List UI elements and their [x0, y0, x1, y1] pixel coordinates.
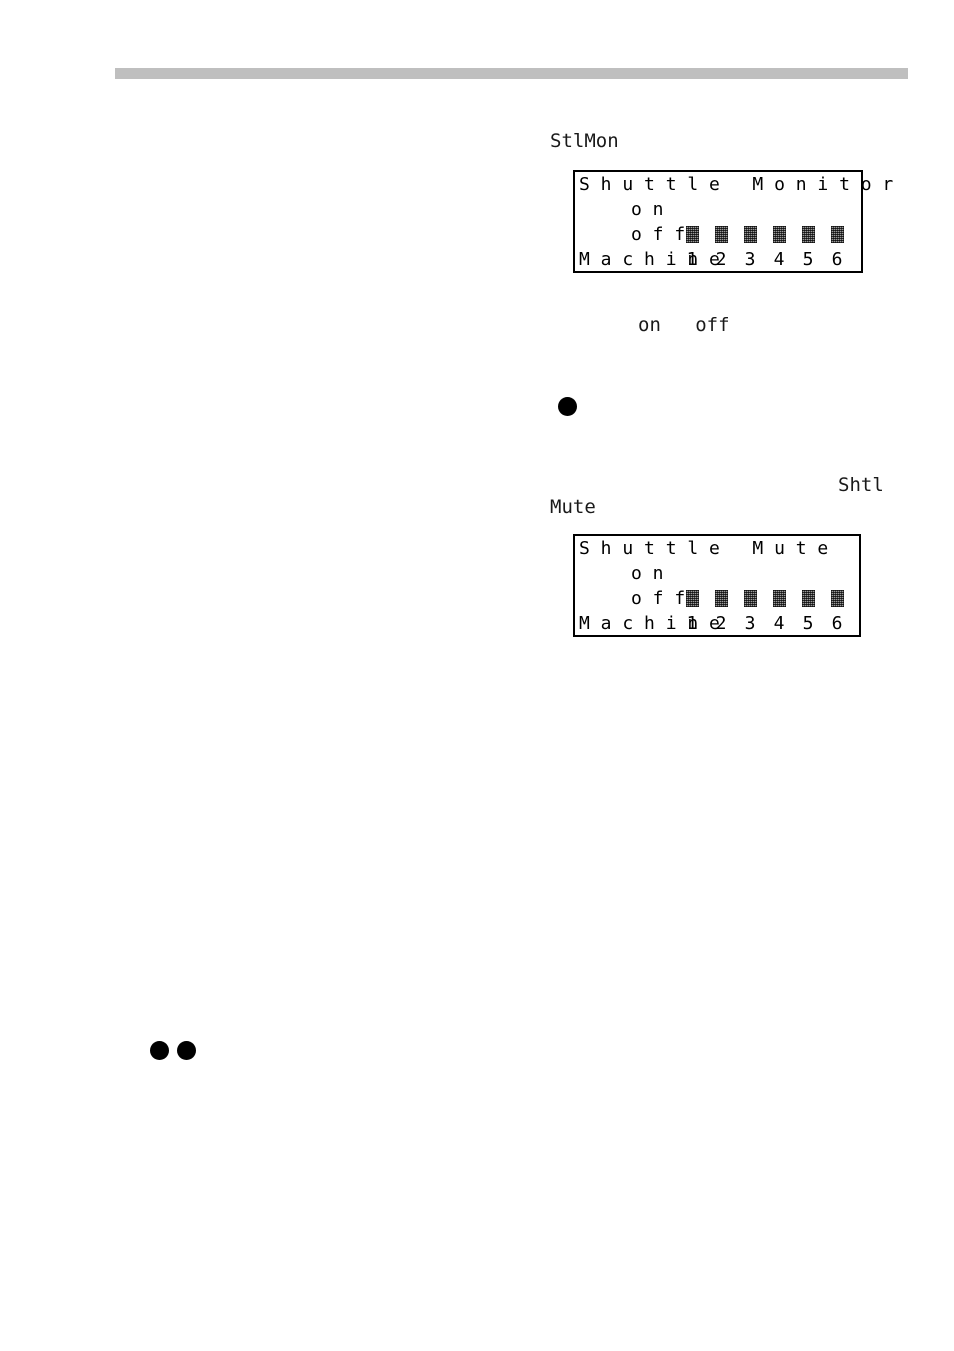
caption-mute: Mute — [550, 496, 596, 518]
lcd-row-machine-label-2: M a c h i n e — [579, 613, 720, 634]
bullet-marker-double-second — [177, 1041, 196, 1060]
caption-stl-mon: StlMon — [550, 130, 619, 152]
header-rule — [115, 68, 908, 79]
lcd-title-shuttle-monitor: S h u t t l e M o n i t o r — [579, 174, 894, 195]
lcd-row-on-label-1: o n — [631, 199, 664, 220]
lcd-row-off-label-1: o f f — [631, 224, 686, 245]
caption-shtl: Shtl — [838, 474, 884, 496]
lcd-title-shuttle-mute: S h u t t l e M u t e — [579, 538, 829, 559]
document-page: StlMon S h u t t l e M o n i t o r o n o… — [0, 0, 954, 1351]
bullet-marker-double-first — [150, 1041, 169, 1060]
lcd-row-off-label-2: o f f — [631, 588, 686, 609]
lcd-row-on-label-2: o n — [631, 563, 664, 584]
lcd-panel-shuttle-monitor: S h u t t l e M o n i t o r o n o f f M … — [573, 170, 894, 273]
lcd-row-machine-label-1: M a c h i n e — [579, 249, 720, 270]
caption-on-off: on off — [638, 314, 730, 336]
bullet-marker-single — [558, 397, 577, 416]
lcd-panel-shuttle-mute: S h u t t l e M u t e o n o f f M a c h … — [573, 534, 861, 637]
